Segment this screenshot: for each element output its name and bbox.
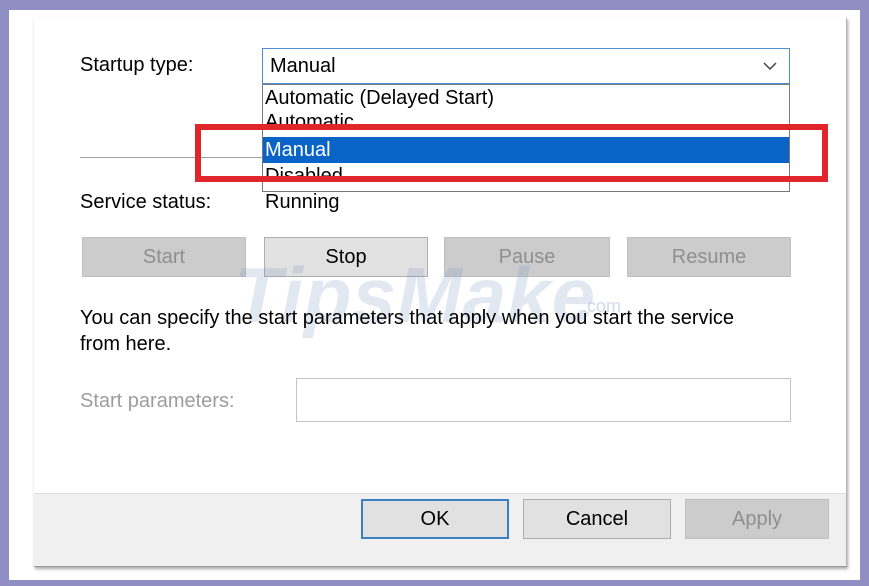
apply-button[interactable]: Apply [685,499,829,539]
description-line-2: from here. [80,333,172,355]
description-line-1: You can specify the start parameters tha… [80,307,735,329]
chevron-down-icon [763,62,777,71]
resume-button[interactable]: Resume [627,237,791,277]
startup-type-label: Startup type: [80,54,194,76]
service-status-value: Running [265,191,340,213]
service-status-label: Service status: [80,191,212,213]
ok-button[interactable]: OK [361,499,509,539]
start-parameters-label: Start parameters: [80,390,235,412]
stop-button[interactable]: Stop [264,237,428,277]
separator [80,157,262,158]
option-automatic[interactable]: Automatic [263,109,789,135]
startup-type-dropdown-list: Automatic (Delayed Start) Automatic Manu… [262,84,790,192]
startup-type-select[interactable]: Manual [262,48,790,84]
start-parameters-input[interactable] [296,378,791,422]
option-automatic-delayed[interactable]: Automatic (Delayed Start) [263,85,789,111]
option-manual[interactable]: Manual [263,137,789,163]
pause-button[interactable]: Pause [444,237,610,277]
option-disabled[interactable]: Disabled [263,163,789,189]
general-panel: Startup type: Manual Service status: Run… [34,18,846,494]
service-properties-dialog: Startup type: Manual Service status: Run… [34,18,847,567]
startup-type-value: Manual [270,55,336,77]
cancel-button[interactable]: Cancel [523,499,671,539]
start-button[interactable]: Start [82,237,246,277]
